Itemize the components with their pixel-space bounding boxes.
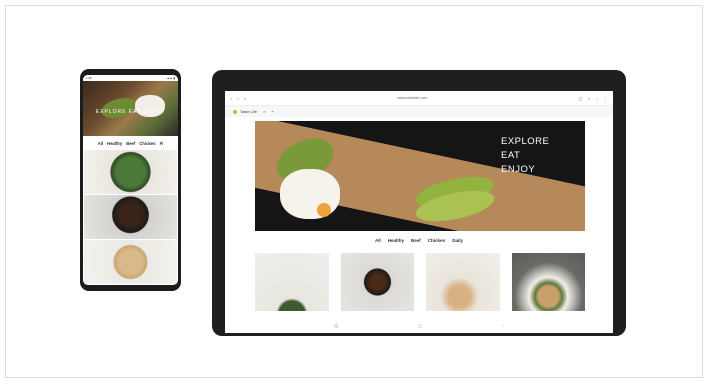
phone-tab-healthy[interactable]: Healthy [107,141,122,146]
browser-toolbar: ‹ › ⌂ www.website.com ▢ ☆ ↓ ⋮ [225,91,613,106]
tablet-screen: ‹ › ⌂ www.website.com ▢ ☆ ↓ ⋮ Taste Life… [225,91,613,333]
tablet-tab-chicken[interactable]: Chicken [428,238,446,243]
menu-icon[interactable]: ⋮ [603,96,607,101]
close-tab-icon[interactable]: × [263,109,265,114]
tablet-food-tile[interactable] [426,253,500,311]
phone-tab-fish[interactable]: Fi [160,141,164,146]
tablet-category-tabs: All Healthy Beef Chicken Daily [225,238,613,243]
bookmark-icon[interactable]: ☆ [587,96,591,101]
avocado-shape [99,94,139,122]
browser-tab[interactable]: Taste Life [233,109,257,114]
download-icon[interactable]: ↓ [596,96,598,101]
home-icon[interactable]: ⌂ [244,96,246,101]
tablet-tab-all[interactable]: All [375,238,381,243]
phone-screen: 1:35 ▲▲ ▮ EXPLORE EAT ENJOY All Healthy … [83,75,178,285]
tablet-food-tile[interactable] [340,253,414,311]
hero-line-eat: EAT [501,150,521,161]
back-nav-icon[interactable]: ‹ [502,323,504,329]
phone-category-tabs: All Healthy Beef Chicken Fi [83,136,178,150]
egg-shape [280,169,340,219]
tablet-food-grid [255,253,585,311]
tabs-icon[interactable]: ▢ [579,96,583,101]
back-icon[interactable]: ‹ [231,96,232,101]
phone-tab-beef[interactable]: Beef [126,141,135,146]
phone-clock: 1:35 [86,76,92,80]
tablet-tab-healthy[interactable]: Healthy [388,238,404,243]
phone-food-tile[interactable] [84,240,177,284]
tablet-nav-bar: ||| ▢ ‹ [225,323,613,329]
phone-food-tile[interactable] [84,195,177,239]
tablet-device: ‹ › ⌂ www.website.com ▢ ☆ ↓ ⋮ Taste Life… [212,70,626,336]
tablet-food-tile[interactable] [511,253,585,311]
phone-food-tile[interactable] [84,150,177,194]
yolk-shape [317,203,331,217]
tablet-tab-daily[interactable]: Daily [452,238,463,243]
forward-icon[interactable]: › [237,96,238,101]
phone-hero-text: EXPLORE EAT ENJOY [95,109,166,115]
phone-device: 1:35 ▲▲ ▮ EXPLORE EAT ENJOY All Healthy … [80,69,181,291]
phone-status-icons: ▲▲ ▮ [166,76,175,80]
favicon-icon [233,109,237,114]
browser-tab-label: Taste Life [240,109,258,114]
phone-tab-chicken[interactable]: Chicken [139,141,155,146]
phone-tab-all[interactable]: All [98,141,103,146]
tablet-hero-image: EXPLORE EAT ENJOY [255,121,585,231]
tablet-tab-beef[interactable]: Beef [411,238,421,243]
phone-hero-image: EXPLORE EAT ENJOY [83,81,178,136]
tablet-food-tile[interactable] [255,253,329,311]
hero-line-explore: EXPLORE [501,136,550,147]
tablet-hero-text: EXPLORE EAT ENJOY [501,135,549,177]
home-button-icon[interactable]: ▢ [418,323,422,329]
address-bar[interactable]: www.website.com [251,96,574,100]
browser-tab-strip: Taste Life × + [225,106,613,117]
hero-line-enjoy: ENJOY [501,164,536,175]
recents-icon[interactable]: ||| [334,323,338,329]
new-tab-icon[interactable]: + [271,109,273,114]
